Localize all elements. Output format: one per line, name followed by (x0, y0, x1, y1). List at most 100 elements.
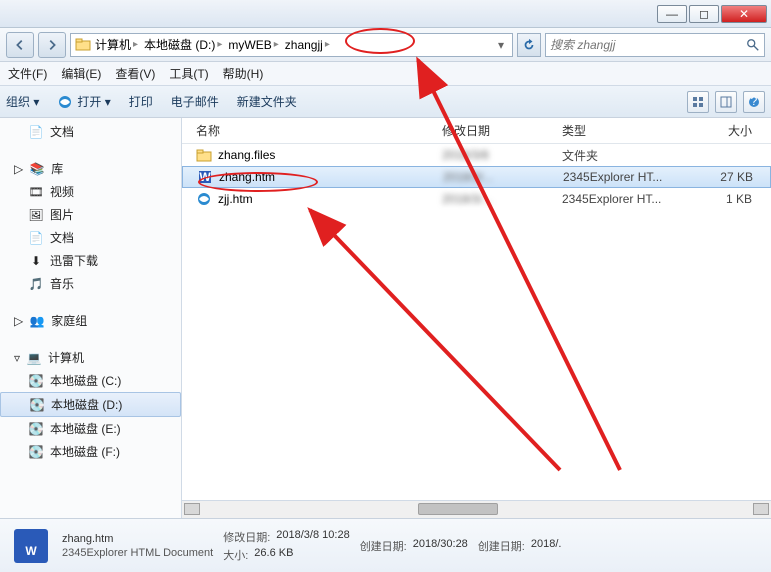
sidebar-drive-f[interactable]: 💽本地磁盘 (F:) (0, 440, 181, 463)
address-bar[interactable]: 计算机▸ 本地磁盘 (D:)▸ myWEB▸ zhangjj▸ ▾ (70, 33, 513, 57)
file-name: zhang.htm (219, 170, 275, 184)
scroll-thumb[interactable] (418, 503, 498, 515)
breadcrumb-zhangjj[interactable]: zhangjj▸ (283, 38, 332, 52)
file-date: 2018/3/... (443, 170, 563, 184)
file-type: 2345Explorer HT... (563, 170, 703, 184)
details-created2-label: 创建日期: (478, 538, 525, 554)
drive-icon: 💽 (29, 397, 45, 413)
word-large-icon: W (10, 525, 52, 567)
sidebar-drive-d[interactable]: 💽本地磁盘 (D:) (0, 392, 181, 417)
navigation-pane: 📄文档 ▷📚库 🎞视频 🖼图片 📄文档 ⬇迅雷下载 🎵音乐 ▷👥家庭组 ▿💻计算… (0, 118, 182, 518)
menu-file[interactable]: 文件(F) (8, 65, 47, 82)
details-created-value: 2018/30:28 (413, 538, 468, 554)
computer-icon: 💻 (26, 350, 42, 366)
breadcrumb-computer[interactable]: 计算机▸ (93, 36, 140, 53)
file-list-pane: 名称 修改日期 类型 大小 zhang.files 2018/3/8 文件夹 W… (182, 118, 771, 518)
open-button[interactable]: 打开 ▾ (57, 93, 110, 110)
sidebar-item-documents[interactable]: 📄文档 (0, 226, 181, 249)
library-icon: 📚 (29, 161, 45, 177)
column-headers: 名称 修改日期 类型 大小 (182, 118, 771, 144)
column-name[interactable]: 名称 (182, 122, 442, 139)
document-icon: 📄 (28, 230, 44, 246)
drive-icon: 💽 (28, 421, 44, 437)
file-date: 2018/3/... (442, 192, 562, 206)
search-box[interactable] (545, 33, 765, 57)
document-icon: 📄 (28, 124, 44, 140)
preview-pane-button[interactable] (715, 91, 737, 113)
address-dropdown-icon[interactable]: ▾ (494, 38, 508, 52)
details-filetype: 2345Explorer HTML Document (62, 547, 213, 559)
menu-tools[interactable]: 工具(T) (169, 65, 208, 82)
help-button[interactable]: ? (743, 91, 765, 113)
details-filename: zhang.htm (62, 533, 213, 545)
file-type: 文件夹 (562, 147, 702, 164)
scroll-left-icon[interactable] (184, 503, 200, 515)
homegroup-icon: 👥 (29, 313, 45, 329)
navigation-bar: 计算机▸ 本地磁盘 (D:)▸ myWEB▸ zhangjj▸ ▾ (0, 28, 771, 62)
sidebar-drive-c[interactable]: 💽本地磁盘 (C:) (0, 369, 181, 392)
details-created2-value: 2018/. (531, 538, 562, 554)
minimize-button[interactable]: — (657, 5, 687, 23)
music-icon: 🎵 (28, 276, 44, 292)
ie-icon (196, 191, 212, 207)
search-input[interactable] (550, 38, 742, 52)
command-bar: 组织 ▾ 打开 ▾ 打印 电子邮件 新建文件夹 ? (0, 86, 771, 118)
sidebar-drive-e[interactable]: 💽本地磁盘 (E:) (0, 417, 181, 440)
folder-icon (196, 147, 212, 163)
sidebar-item-thunder[interactable]: ⬇迅雷下载 (0, 249, 181, 272)
organize-button[interactable]: 组织 ▾ (6, 93, 39, 110)
horizontal-scrollbar[interactable] (182, 500, 771, 518)
file-type: 2345Explorer HT... (562, 192, 702, 206)
details-size-label: 大小: (223, 547, 248, 563)
file-row-zjj-htm[interactable]: zjj.htm 2018/3/... 2345Explorer HT... 1 … (182, 188, 771, 210)
sidebar-item-documents-top[interactable]: 📄文档 (0, 120, 181, 143)
file-size: 1 KB (702, 192, 762, 206)
print-button[interactable]: 打印 (129, 93, 153, 110)
breadcrumb-myweb[interactable]: myWEB▸ (226, 38, 280, 52)
file-name: zjj.htm (218, 192, 253, 206)
svg-text:W: W (199, 170, 211, 184)
svg-text:?: ? (751, 96, 758, 108)
column-type[interactable]: 类型 (562, 122, 702, 139)
search-icon (746, 38, 760, 52)
sidebar-libraries[interactable]: ▷📚库 (0, 157, 181, 180)
menu-view[interactable]: 查看(V) (115, 65, 155, 82)
column-date[interactable]: 修改日期 (442, 122, 562, 139)
details-size-value: 26.6 KB (254, 547, 293, 563)
menu-help[interactable]: 帮助(H) (223, 65, 264, 82)
picture-icon: 🖼 (28, 207, 44, 223)
sidebar-item-videos[interactable]: 🎞视频 (0, 180, 181, 203)
back-button[interactable] (6, 32, 34, 58)
details-mod-label: 修改日期: (223, 529, 270, 545)
forward-button[interactable] (38, 32, 66, 58)
video-icon: 🎞 (28, 184, 44, 200)
sidebar-item-music[interactable]: 🎵音乐 (0, 272, 181, 295)
file-row-folder[interactable]: zhang.files 2018/3/8 文件夹 (182, 144, 771, 166)
breadcrumb-drive[interactable]: 本地磁盘 (D:)▸ (142, 36, 224, 53)
menu-edit[interactable]: 编辑(E) (61, 65, 101, 82)
new-folder-button[interactable]: 新建文件夹 (237, 93, 297, 110)
sidebar-homegroup[interactable]: ▷👥家庭组 (0, 309, 181, 332)
details-pane: W zhang.htm 2345Explorer HTML Document 修… (0, 518, 771, 572)
ie-icon (57, 94, 73, 110)
drive-icon: 💽 (28, 373, 44, 389)
folder-icon (75, 37, 91, 53)
sidebar-computer[interactable]: ▿💻计算机 (0, 346, 181, 369)
sidebar-item-pictures[interactable]: 🖼图片 (0, 203, 181, 226)
refresh-button[interactable] (517, 33, 541, 57)
window-titlebar: — ◻ ✕ (0, 0, 771, 28)
close-button[interactable]: ✕ (721, 5, 767, 23)
drive-icon: 💽 (28, 444, 44, 460)
email-button[interactable]: 电子邮件 (171, 93, 219, 110)
column-size[interactable]: 大小 (702, 122, 762, 139)
maximize-button[interactable]: ◻ (689, 5, 719, 23)
details-mod-value: 2018/3/8 10:28 (276, 529, 349, 545)
details-created-label: 创建日期: (360, 538, 407, 554)
file-name: zhang.files (218, 148, 275, 162)
word-icon: W (197, 169, 213, 185)
file-row-zhang-htm[interactable]: Wzhang.htm 2018/3/... 2345Explorer HT...… (182, 166, 771, 188)
view-options-button[interactable] (687, 91, 709, 113)
download-icon: ⬇ (28, 253, 44, 269)
scroll-right-icon[interactable] (753, 503, 769, 515)
file-size: 27 KB (703, 170, 763, 184)
